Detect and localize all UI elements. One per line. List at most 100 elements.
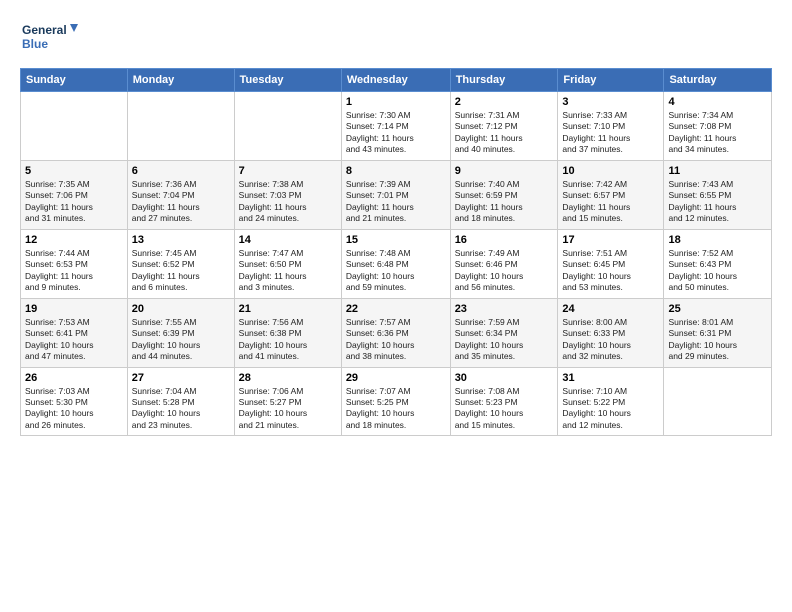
svg-text:General: General (22, 23, 67, 37)
day-number: 11 (668, 165, 767, 177)
day-number: 24 (562, 303, 659, 315)
day-cell: 17 Sunrise: 7:51 AM Sunset: 6:45 PM Dayli… (558, 229, 664, 298)
day-info: Sunrise: 7:36 AM Sunset: 7:04 PM Dayligh… (132, 179, 230, 225)
day-info: Sunrise: 7:06 AM Sunset: 5:27 PM Dayligh… (239, 386, 337, 432)
day-cell (21, 92, 128, 161)
week-row-1: 1Sunrise: 7:30 AM Sunset: 7:14 PM Daylig… (21, 92, 772, 161)
day-cell: 22 Sunrise: 7:57 AM Sunset: 6:36 PM Dayli… (341, 298, 450, 367)
day-number: 2 (455, 96, 554, 108)
day-info: Sunrise: 7:56 AM Sunset: 6:38 PM Dayligh… (239, 317, 337, 363)
day-number: 28 (239, 372, 337, 384)
day-number: 19 (25, 303, 123, 315)
day-info: Sunrise: 7:03 AM Sunset: 5:30 PM Dayligh… (25, 386, 123, 432)
day-cell: 26 Sunrise: 7:03 AM Sunset: 5:30 PM Dayli… (21, 367, 128, 436)
day-info: Sunrise: 7:51 AM Sunset: 6:45 PM Dayligh… (562, 248, 659, 294)
day-cell: 20Sunrise: 7:55 AM Sunset: 6:39 PM Dayli… (127, 298, 234, 367)
day-number: 10 (562, 165, 659, 177)
day-info: Sunrise: 7:07 AM Sunset: 5:25 PM Dayligh… (346, 386, 446, 432)
day-number: 22 (346, 303, 446, 315)
day-info: Sunrise: 7:40 AM Sunset: 6:59 PM Dayligh… (455, 179, 554, 225)
day-cell: 4 Sunrise: 7:34 AM Sunset: 7:08 PM Daylig… (664, 92, 772, 161)
day-number: 26 (25, 372, 123, 384)
day-cell: 6 Sunrise: 7:36 AM Sunset: 7:04 PM Daylig… (127, 160, 234, 229)
day-cell: 1Sunrise: 7:30 AM Sunset: 7:14 PM Daylig… (341, 92, 450, 161)
logo-svg: General Blue (20, 18, 80, 58)
col-header-wednesday: Wednesday (341, 69, 450, 92)
day-cell: 25 Sunrise: 8:01 AM Sunset: 6:31 PM Dayli… (664, 298, 772, 367)
day-cell: 18Sunrise: 7:52 AM Sunset: 6:43 PM Dayli… (664, 229, 772, 298)
day-cell: 14Sunrise: 7:47 AM Sunset: 6:50 PM Dayli… (234, 229, 341, 298)
day-number: 9 (455, 165, 554, 177)
day-number: 12 (25, 234, 123, 246)
day-info: Sunrise: 7:31 AM Sunset: 7:12 PM Dayligh… (455, 110, 554, 156)
col-header-tuesday: Tuesday (234, 69, 341, 92)
day-cell: 21 Sunrise: 7:56 AM Sunset: 6:38 PM Dayli… (234, 298, 341, 367)
day-cell (664, 367, 772, 436)
col-header-friday: Friday (558, 69, 664, 92)
day-number: 21 (239, 303, 337, 315)
week-row-3: 12 Sunrise: 7:44 AM Sunset: 6:53 PM Dayli… (21, 229, 772, 298)
day-cell: 7 Sunrise: 7:38 AM Sunset: 7:03 PM Daylig… (234, 160, 341, 229)
day-info: Sunrise: 8:00 AM Sunset: 6:33 PM Dayligh… (562, 317, 659, 363)
svg-text:Blue: Blue (22, 37, 48, 51)
day-number: 13 (132, 234, 230, 246)
day-cell: 15Sunrise: 7:48 AM Sunset: 6:48 PM Dayli… (341, 229, 450, 298)
day-cell (127, 92, 234, 161)
day-number: 17 (562, 234, 659, 246)
day-number: 8 (346, 165, 446, 177)
day-number: 20 (132, 303, 230, 315)
day-number: 3 (562, 96, 659, 108)
day-info: Sunrise: 7:08 AM Sunset: 5:23 PM Dayligh… (455, 386, 554, 432)
day-cell: 12 Sunrise: 7:44 AM Sunset: 6:53 PM Dayli… (21, 229, 128, 298)
day-cell: 5 Sunrise: 7:35 AM Sunset: 7:06 PM Daylig… (21, 160, 128, 229)
header: General Blue (20, 18, 772, 58)
day-cell: 9 Sunrise: 7:40 AM Sunset: 6:59 PM Daylig… (450, 160, 558, 229)
day-cell (234, 92, 341, 161)
day-cell: 10 Sunrise: 7:42 AM Sunset: 6:57 PM Dayli… (558, 160, 664, 229)
day-info: Sunrise: 7:53 AM Sunset: 6:41 PM Dayligh… (25, 317, 123, 363)
day-number: 30 (455, 372, 554, 384)
day-number: 5 (25, 165, 123, 177)
day-number: 14 (239, 234, 337, 246)
day-cell: 30 Sunrise: 7:08 AM Sunset: 5:23 PM Dayli… (450, 367, 558, 436)
day-number: 23 (455, 303, 554, 315)
day-info: Sunrise: 7:35 AM Sunset: 7:06 PM Dayligh… (25, 179, 123, 225)
day-cell: 11Sunrise: 7:43 AM Sunset: 6:55 PM Dayli… (664, 160, 772, 229)
day-info: Sunrise: 7:48 AM Sunset: 6:48 PM Dayligh… (346, 248, 446, 294)
header-row: SundayMondayTuesdayWednesdayThursdayFrid… (21, 69, 772, 92)
week-row-5: 26 Sunrise: 7:03 AM Sunset: 5:30 PM Dayli… (21, 367, 772, 436)
col-header-saturday: Saturday (664, 69, 772, 92)
day-info: Sunrise: 8:01 AM Sunset: 6:31 PM Dayligh… (668, 317, 767, 363)
calendar-table: SundayMondayTuesdayWednesdayThursdayFrid… (20, 68, 772, 436)
day-cell: 13 Sunrise: 7:45 AM Sunset: 6:52 PM Dayli… (127, 229, 234, 298)
day-number: 31 (562, 372, 659, 384)
day-cell: 23Sunrise: 7:59 AM Sunset: 6:34 PM Dayli… (450, 298, 558, 367)
day-number: 6 (132, 165, 230, 177)
day-number: 25 (668, 303, 767, 315)
day-info: Sunrise: 7:34 AM Sunset: 7:08 PM Dayligh… (668, 110, 767, 156)
day-number: 1 (346, 96, 446, 108)
day-cell: 2 Sunrise: 7:31 AM Sunset: 7:12 PM Daylig… (450, 92, 558, 161)
day-info: Sunrise: 7:39 AM Sunset: 7:01 PM Dayligh… (346, 179, 446, 225)
week-row-2: 5 Sunrise: 7:35 AM Sunset: 7:06 PM Daylig… (21, 160, 772, 229)
day-cell: 24 Sunrise: 8:00 AM Sunset: 6:33 PM Dayli… (558, 298, 664, 367)
day-number: 18 (668, 234, 767, 246)
day-cell: 27Sunrise: 7:04 AM Sunset: 5:28 PM Dayli… (127, 367, 234, 436)
day-number: 16 (455, 234, 554, 246)
day-info: Sunrise: 7:44 AM Sunset: 6:53 PM Dayligh… (25, 248, 123, 294)
day-number: 27 (132, 372, 230, 384)
day-number: 4 (668, 96, 767, 108)
day-number: 7 (239, 165, 337, 177)
day-info: Sunrise: 7:33 AM Sunset: 7:10 PM Dayligh… (562, 110, 659, 156)
day-info: Sunrise: 7:10 AM Sunset: 5:22 PM Dayligh… (562, 386, 659, 432)
calendar-body: 1Sunrise: 7:30 AM Sunset: 7:14 PM Daylig… (21, 92, 772, 436)
day-info: Sunrise: 7:38 AM Sunset: 7:03 PM Dayligh… (239, 179, 337, 225)
day-cell: 16Sunrise: 7:49 AM Sunset: 6:46 PM Dayli… (450, 229, 558, 298)
day-info: Sunrise: 7:42 AM Sunset: 6:57 PM Dayligh… (562, 179, 659, 225)
col-header-thursday: Thursday (450, 69, 558, 92)
day-number: 29 (346, 372, 446, 384)
day-info: Sunrise: 7:57 AM Sunset: 6:36 PM Dayligh… (346, 317, 446, 363)
day-cell: 29 Sunrise: 7:07 AM Sunset: 5:25 PM Dayli… (341, 367, 450, 436)
day-cell: 31 Sunrise: 7:10 AM Sunset: 5:22 PM Dayli… (558, 367, 664, 436)
day-info: Sunrise: 7:45 AM Sunset: 6:52 PM Dayligh… (132, 248, 230, 294)
